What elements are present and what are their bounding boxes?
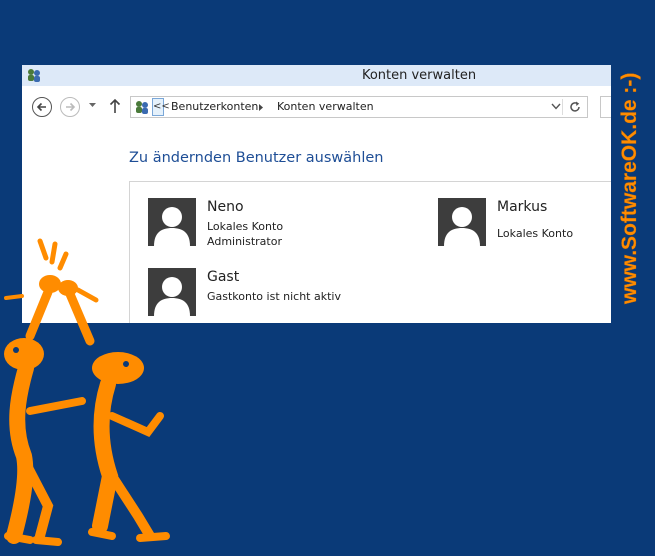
chevron-right-icon[interactable]: [258, 103, 264, 112]
search-box[interactable]: [600, 96, 611, 118]
address-bar[interactable]: << Benutzerkonten Konten verwalten: [130, 96, 588, 118]
hidden-locations-button[interactable]: <<: [152, 98, 170, 116]
account-name: Neno: [207, 199, 244, 215]
refresh-icon[interactable]: [568, 100, 582, 114]
back-button[interactable]: [32, 97, 52, 117]
breadcrumb-konten-verwalten[interactable]: Konten verwalten: [277, 100, 374, 113]
users-icon: [136, 101, 148, 114]
watermark: www.SoftwareOK.de :-): [618, 72, 641, 305]
user-silhouette-icon: [438, 198, 486, 246]
page-heading: Zu ändernden Benutzer auswählen: [129, 150, 384, 166]
account-name: Markus: [497, 199, 548, 215]
account-type: Lokales Konto: [207, 220, 284, 233]
forward-arrow-icon: [66, 102, 76, 112]
account-status: Gastkonto ist nicht aktiv: [207, 290, 341, 303]
breadcrumb-benutzerkonten[interactable]: Benutzerkonten: [171, 100, 258, 113]
title-bar: Konten verwalten: [22, 65, 611, 86]
account-role: Administrator: [207, 235, 282, 248]
chevron-down-icon[interactable]: [551, 103, 561, 110]
navigation-toolbar: << Benutzerkonten Konten verwalten: [22, 93, 611, 123]
dancing-figures-illustration: [4, 238, 170, 546]
recent-locations-button[interactable]: [88, 102, 97, 108]
watermark-text: www.SoftwareOK.de :-): [618, 73, 641, 305]
accounts-panel: Neno Lokales Konto Administrator Markus …: [129, 181, 611, 323]
account-name: Gast: [207, 269, 240, 285]
forward-button[interactable]: [60, 97, 80, 117]
address-divider: [562, 99, 563, 115]
account-type: Lokales Konto: [497, 227, 574, 240]
up-arrow-icon[interactable]: [109, 98, 121, 114]
window-title: Konten verwalten: [361, 68, 477, 83]
back-arrow-icon: [36, 102, 46, 112]
